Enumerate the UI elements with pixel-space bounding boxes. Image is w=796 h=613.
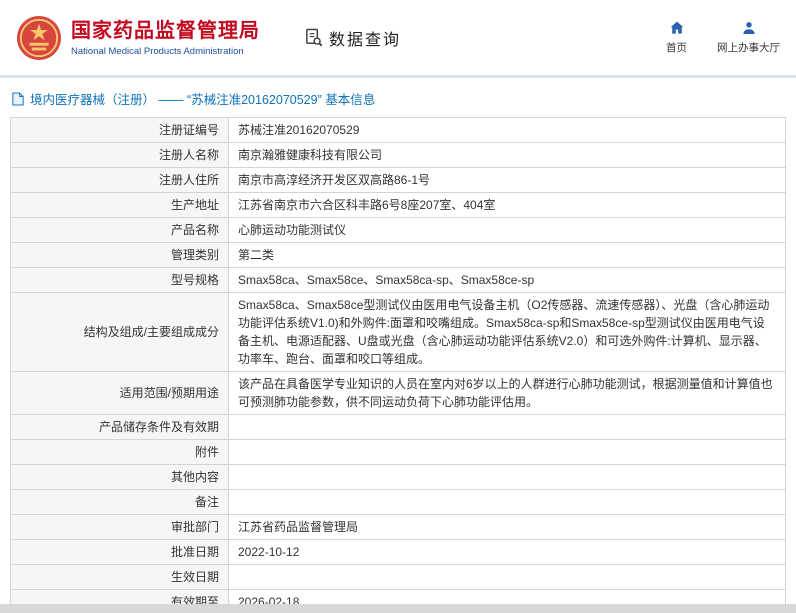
agency-title-cn: 国家药品监督管理局 — [71, 19, 260, 42]
row-value — [228, 564, 786, 590]
info-table-body: 注册证编号 苏械注准20162070529 注册人名称 南京瀚雅健康科技有限公司 注册人… — [10, 117, 786, 613]
info-table: 注册证编号 苏械注准20162070529 注册人名称 南京瀚雅健康科技有限公司 注册人… — [10, 117, 786, 613]
nav-item-home[interactable]: 首页 — [666, 20, 687, 55]
row-label: 型号规格 — [10, 267, 229, 293]
row-value: 第二类 — [228, 242, 786, 268]
table-row: 产品储存条件及有效期 — [10, 414, 786, 440]
row-label: 附件 — [10, 439, 229, 465]
row-value: 苏械注准20162070529 — [228, 117, 786, 143]
agency-title-en: National Medical Products Administration — [71, 45, 244, 57]
row-label: 结构及组成/主要组成成分 — [10, 292, 229, 372]
table-row: 备注 — [10, 489, 786, 515]
data-query-section-title: 数据查询 — [286, 26, 401, 50]
row-value: Smax58ca、Smax58ce型测试仪由医用电气设备主机（O2传感器、流速传… — [228, 292, 786, 372]
table-row: 其他内容 — [10, 464, 786, 490]
row-value — [228, 414, 786, 440]
row-value: 江苏省南京市六合区科丰路6号8座207室、404室 — [228, 192, 786, 218]
nav-hall-label: 网上办事大厅 — [717, 42, 780, 54]
table-row: 注册人住所 南京市高淳经济开发区双高路86-1号 — [10, 167, 786, 193]
row-label: 备注 — [10, 489, 229, 515]
table-row: 型号规格 Smax58ca、Smax58ce、Smax58ca-sp、Smax58… — [10, 267, 786, 293]
page-header: 国家药品监督管理局 National Medical Products Admi… — [0, 0, 796, 78]
table-row: 适用范围/预期用途 该产品在具备医学专业知识的人员在室内对6岁以上的人群进行心肺功… — [10, 371, 786, 415]
row-label: 其他内容 — [10, 464, 229, 490]
table-row: 产品名称 心肺运动功能测试仪 — [10, 217, 786, 243]
row-label: 产品名称 — [10, 217, 229, 243]
row-label: 管理类别 — [10, 242, 229, 268]
row-label: 生产地址 — [10, 192, 229, 218]
row-value: 江苏省药品监督管理局 — [228, 514, 786, 540]
national-emblem-icon — [16, 15, 62, 60]
breadcrumb: 境内医疗器械（注册） —— “苏械注准20162070529” 基本信息 — [0, 78, 796, 117]
row-label: 注册人住所 — [10, 167, 229, 193]
agency-title-block: 国家药品监督管理局 National Medical Products Admi… — [71, 19, 260, 57]
table-row: 结构及组成/主要组成成分 Smax58ca、Smax58ce型测试仪由医用电气设备… — [10, 292, 786, 372]
section-title-label: 数据查询 — [329, 31, 402, 49]
table-row: 生产地址 江苏省南京市六合区科丰路6号8座207室、404室 — [10, 192, 786, 218]
nav-home-label: 首页 — [666, 42, 687, 54]
row-value: 该产品在具备医学专业知识的人员在室内对6岁以上的人群进行心肺功能测试，根据测量值… — [228, 371, 786, 415]
nav-item-service-hall[interactable]: 网上办事大厅 — [717, 20, 780, 55]
table-row: 管理类别 第二类 — [10, 242, 786, 268]
table-row: 附件 — [10, 439, 786, 465]
row-value — [228, 464, 786, 490]
row-value: 2022-10-12 — [228, 539, 786, 565]
row-value: Smax58ca、Smax58ce、Smax58ca-sp、Smax58ce-s… — [228, 267, 786, 293]
row-label: 生效日期 — [10, 564, 229, 590]
row-label: 注册人名称 — [10, 142, 229, 168]
row-value: 心肺运动功能测试仪 — [228, 217, 786, 243]
row-value — [228, 439, 786, 465]
row-value: 南京市高淳经济开发区双高路86-1号 — [228, 167, 786, 193]
table-row: 生效日期 — [10, 564, 786, 590]
row-label: 注册证编号 — [10, 117, 229, 143]
breadcrumb-title: 境内医疗器械（注册） —— “苏械注准20162070529” 基本信息 — [30, 93, 376, 107]
row-label: 批准日期 — [10, 539, 229, 565]
table-row: 审批部门 江苏省药品监督管理局 — [10, 514, 786, 540]
table-row: 批准日期 2022-10-12 — [10, 539, 786, 565]
row-value: 南京瀚雅健康科技有限公司 — [228, 142, 786, 168]
row-label: 审批部门 — [10, 514, 229, 540]
table-row: 注册证编号 苏械注准20162070529 — [10, 117, 786, 143]
row-label: 适用范围/预期用途 — [10, 371, 229, 415]
home-icon — [670, 21, 683, 34]
top-nav: 首页 网上办事大厅 — [666, 20, 780, 55]
agency-brand: 国家药品监督管理局 National Medical Products Admi… — [16, 15, 260, 61]
row-value — [228, 489, 786, 515]
table-row: 注册人名称 南京瀚雅健康科技有限公司 — [10, 142, 786, 168]
row-label: 产品储存条件及有效期 — [10, 414, 229, 440]
person-icon — [742, 22, 755, 34]
data-query-icon — [306, 28, 323, 47]
footer-strip — [0, 604, 796, 613]
document-icon — [12, 91, 24, 106]
